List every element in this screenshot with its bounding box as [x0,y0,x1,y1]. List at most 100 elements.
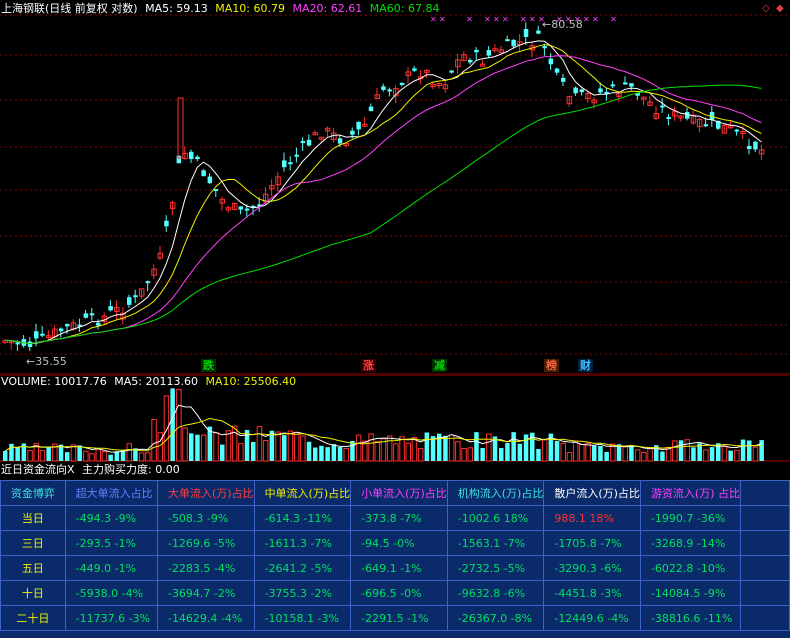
stock-title: 上海钢联(日线 前复权 对数) [1,2,138,15]
volume-bar [368,433,374,462]
volume-bar [486,433,492,462]
volume-bar [660,451,665,461]
candle-body [176,155,182,164]
volume-ma10: MA10: 25506.40 [205,375,297,388]
candle-body [486,50,492,56]
event-star-icon: ✕ [493,15,500,24]
flow-cell: -14084.5 -9% [639,580,742,606]
marker-fall[interactable]: 跌 [201,359,216,372]
volume-bar [536,448,541,461]
buying-power: 主力购买力度: 0.00 [82,463,180,476]
table-row-5day: 五日 -449.0 -1% -2283.5 -4% -2641.2 -5% -649.1… [0,555,790,581]
volume-bar [27,449,33,462]
flow-cell: -11737.6 -3% [64,605,158,631]
candle-body [282,160,287,168]
candle-body [623,82,628,85]
flow-cell: -2291.5 -1% [350,605,448,631]
volume-bar [709,447,715,461]
row-label: 二十日 [0,605,66,631]
volume-bar [740,439,746,461]
volume-bar [374,441,380,462]
volume-bar [604,451,609,461]
header-super-large[interactable]: 超大单流入占比 [64,480,158,506]
volume-bar [46,446,51,461]
volume-bar [170,388,175,461]
table-spacer [740,555,790,581]
candle-body [27,341,33,348]
candle-body [629,83,634,87]
marker-rise[interactable]: 涨 [361,359,376,372]
volume-bar [461,447,467,462]
header-large[interactable]: 大单流入(万)占比 [156,480,255,506]
candle-body [195,156,200,160]
volume-bar [411,436,418,462]
fund-flow-table: 资金博弈 超大单流入占比 大单流入(万)占比 中单流入(万)占比 小单流入(万)… [0,480,790,631]
marker-list[interactable]: 榜 [544,359,559,372]
marker-reduce[interactable]: 减 [432,359,447,372]
marker-finance[interactable]: 财 [578,359,593,372]
diamond-icon[interactable]: ◇ [762,3,770,14]
candle-body [58,328,64,332]
candle-body [368,106,374,112]
volume-ma5: MA5: 20113.60 [114,375,198,388]
flow-cell: -5938.0 -4% [64,580,158,606]
diamond-filled-icon[interactable]: ◆ [776,3,784,14]
header-small[interactable]: 小单流入(万)占比 [350,480,448,506]
flow-cell: -3290.3 -6% [543,555,641,581]
candle-body [523,29,529,37]
flow-cell: -1269.6 -5% [156,530,255,556]
table-row-today: 当日 -494.3 -9% -508.3 -9% -614.3 -11% -373.8 … [0,505,790,531]
event-star-icon: ✕ [520,15,527,24]
flow-cell: -1990.7 -36% [639,505,742,531]
volume-bar [325,447,330,461]
table-spacer [740,580,790,606]
header-institution[interactable]: 机构流入(万)占比 [446,480,545,506]
volume-bar [629,446,634,461]
volume-bar [499,447,504,461]
volume-bar [114,451,120,461]
volume-ma5-line [4,404,762,453]
candle-body [474,49,479,53]
flow-cell: -2283.5 -4% [156,555,255,581]
volume-bar [300,435,306,462]
candle-body [660,105,665,108]
event-star-icon: ✕ [592,15,599,24]
volume-bar [480,448,485,461]
row-label: 五日 [0,555,66,581]
volume-bar [157,432,163,462]
flow-cell: -2732.5 -5% [446,555,545,581]
candle-body [703,124,709,127]
flow-cell: -3694.7 -2% [156,580,255,606]
event-star-icon: ✕ [430,15,437,24]
table-spacer [740,605,790,631]
candle-body [164,220,169,227]
volume-bar [647,447,653,462]
candle-body [89,313,95,316]
volume-bar [474,432,479,461]
volume-bar [200,434,207,462]
volume-bar [691,447,696,461]
price-chart[interactable]: ✕ ✕ ✕ ✕ ✕ ✕ ✕ ✕ ✕ ✕ ✕ ✕ ✕ ✕ ✕ [0,0,790,375]
table-header-row: 资金博弈 超大单流入占比 大单流入(万)占比 中单流入(万)占比 小单流入(万)… [0,480,790,506]
volume-bar [541,439,548,462]
volume-bar [417,447,424,462]
volume-bar [287,430,294,462]
candle-body [83,313,89,318]
volume-bar [579,443,585,462]
header-hot-money[interactable]: 游资流入(万) 占比 [639,480,742,506]
header-retail[interactable]: 散户流入(万)占比 [543,480,641,506]
row-label: 十日 [0,580,66,606]
header-medium[interactable]: 中单流入(万)占比 [253,480,352,506]
flow-cell: -4451.8 -3% [543,580,641,606]
candle-body [548,58,554,65]
volume-bar [523,434,529,461]
candle-body [412,68,417,71]
row-label: 三日 [0,530,66,556]
volume-bar [554,441,560,461]
candle-body [536,30,541,34]
event-star-icon: ✕ [439,15,446,24]
volume-bar [598,445,603,461]
flow-cell: -26367.0 -8% [446,605,545,631]
volume-bar [95,448,101,462]
volume-bar [319,445,324,461]
